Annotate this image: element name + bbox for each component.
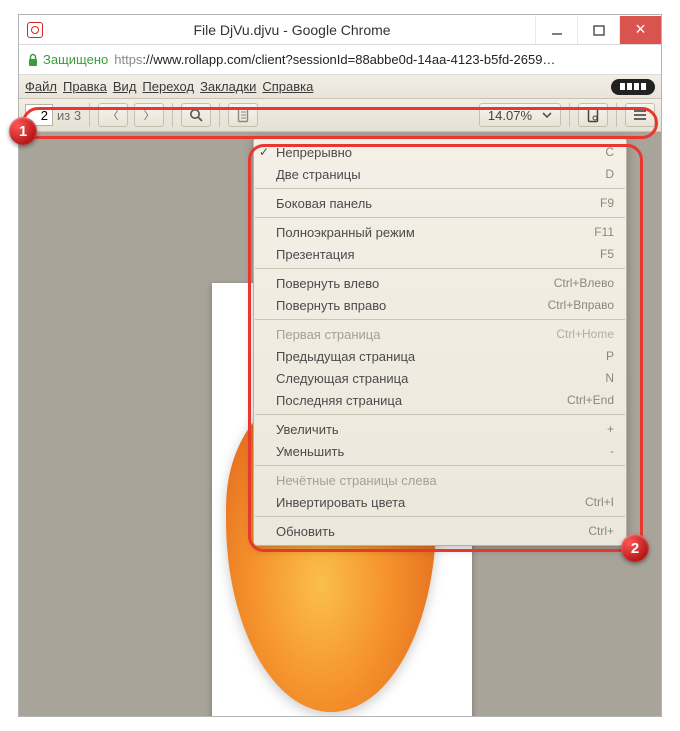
address-bar[interactable]: Защищено https://www.rollapp.com/client?… (19, 45, 661, 75)
menu-item-label: Полноэкранный режим (276, 225, 415, 240)
menu-item-shortcut: F11 (594, 225, 614, 239)
menu-item-shortcut: C (605, 145, 614, 159)
menu-item-label: Две страницы (276, 167, 361, 182)
menu-item-shortcut: Ctrl+I (585, 495, 614, 509)
close-button[interactable]: × (619, 16, 661, 44)
maximize-button[interactable] (577, 16, 619, 44)
menu-item[interactable]: Непрерывно C (254, 141, 626, 163)
menu-item[interactable]: Последняя страница Ctrl+End (254, 389, 626, 411)
menu-item-label: Нечётные страницы слева (276, 473, 437, 488)
menu-item-label: Презентация (276, 247, 355, 262)
titlebar: File DjVu.djvu - Google Chrome × (19, 15, 661, 45)
menu-item: Первая страница Ctrl+Home (254, 323, 626, 345)
menu-item-label: Повернуть вправо (276, 298, 386, 313)
menu-item[interactable]: Повернуть вправо Ctrl+Вправо (254, 294, 626, 316)
menu-item-label: Непрерывно (276, 145, 352, 160)
menu-item-label: Инвертировать цвета (276, 495, 405, 510)
window-title: File DjVu.djvu - Google Chrome (49, 22, 535, 38)
menu-view[interactable]: Вид (113, 79, 137, 94)
page-icon (586, 107, 600, 123)
menu-item-shortcut: Ctrl+Влево (554, 276, 614, 290)
menu-item[interactable]: Полноэкранный режим F11 (254, 221, 626, 243)
annotation-callout-1: 1 (9, 117, 37, 145)
menu-item-label: Первая страница (276, 327, 380, 342)
zoom-dropdown[interactable]: 14.07% (479, 103, 561, 127)
menu-item-shortcut: Ctrl+Вправо (548, 298, 614, 312)
menu-item-shortcut: F5 (600, 247, 614, 261)
menu-edit[interactable]: Правка (63, 79, 107, 94)
menu-item[interactable]: Обновить Ctrl+ (254, 520, 626, 542)
menu-go[interactable]: Переход (142, 79, 194, 94)
menu-item-label: Следующая страница (276, 371, 408, 386)
zoom-label: 14.07% (488, 108, 532, 123)
page-view-button[interactable] (578, 103, 608, 127)
menu-item-shortcut: F9 (600, 196, 614, 210)
menu-file[interactable]: Файл (25, 79, 57, 94)
lock-icon (27, 53, 39, 67)
battery-indicator (611, 79, 655, 95)
browser-window: File DjVu.djvu - Google Chrome × Защищен… (18, 14, 662, 717)
annotation-callout-2: 2 (621, 534, 649, 562)
menu-item-shortcut: N (605, 371, 614, 385)
menu-item-label: Боковая панель (276, 196, 372, 211)
secure-label: Защищено (43, 52, 108, 67)
app-menubar: Файл Правка Вид Переход Закладки Справка (19, 75, 661, 99)
menu-item[interactable]: Увеличить + (254, 418, 626, 440)
chevron-down-icon (542, 111, 552, 119)
menu-item-shortcut: D (605, 167, 614, 181)
menu-item[interactable]: Боковая панель F9 (254, 192, 626, 214)
menu-item: Нечётные страницы слева (254, 469, 626, 491)
evince-favicon (27, 22, 43, 38)
menu-item-shortcut: - (610, 444, 614, 458)
menu-item-shortcut: Ctrl+ (588, 524, 614, 538)
hamburger-button[interactable] (625, 103, 655, 127)
menu-item-shortcut: Ctrl+End (567, 393, 614, 407)
menu-item-label: Уменьшить (276, 444, 344, 459)
menu-help[interactable]: Справка (262, 79, 313, 94)
menu-item-label: Последняя страница (276, 393, 402, 408)
menu-item-shortcut: P (606, 349, 614, 363)
menu-item[interactable]: Уменьшить - (254, 440, 626, 462)
menu-item-shortcut: Ctrl+Home (556, 327, 614, 341)
menu-item-label: Повернуть влево (276, 276, 379, 291)
page-total-label: из 3 (57, 108, 81, 123)
notes-icon (236, 107, 250, 123)
url-text: https://www.rollapp.com/client?sessionId… (114, 52, 653, 67)
menu-item[interactable]: Презентация F5 (254, 243, 626, 265)
menu-item-label: Обновить (276, 524, 335, 539)
minimize-button[interactable] (535, 16, 577, 44)
menu-item-shortcut: + (607, 422, 614, 436)
next-page-button[interactable]: 〉 (134, 103, 164, 127)
search-button[interactable] (181, 103, 211, 127)
notes-button[interactable] (228, 103, 258, 127)
view-options-menu: Непрерывно C Две страницы D Боковая панель F9… (253, 137, 627, 546)
menu-bookmarks[interactable]: Закладки (200, 79, 256, 94)
menu-item-label: Увеличить (276, 422, 339, 437)
menu-item[interactable]: Следующая страница N (254, 367, 626, 389)
menu-item[interactable]: Предыдущая страница P (254, 345, 626, 367)
menu-item-label: Предыдущая страница (276, 349, 415, 364)
search-icon (189, 108, 204, 123)
menu-item[interactable]: Две страницы D (254, 163, 626, 185)
menu-item[interactable]: Повернуть влево Ctrl+Влево (254, 272, 626, 294)
prev-page-button[interactable]: 〈 (98, 103, 128, 127)
secure-indicator: Защищено (27, 52, 108, 67)
menu-item[interactable]: Инвертировать цвета Ctrl+I (254, 491, 626, 513)
document-viewport[interactable]: Непрерывно C Две страницы D Боковая панель F9… (19, 132, 661, 716)
hamburger-icon (633, 109, 647, 121)
toolbar: из 3 〈 〉 14.07% (19, 99, 661, 132)
